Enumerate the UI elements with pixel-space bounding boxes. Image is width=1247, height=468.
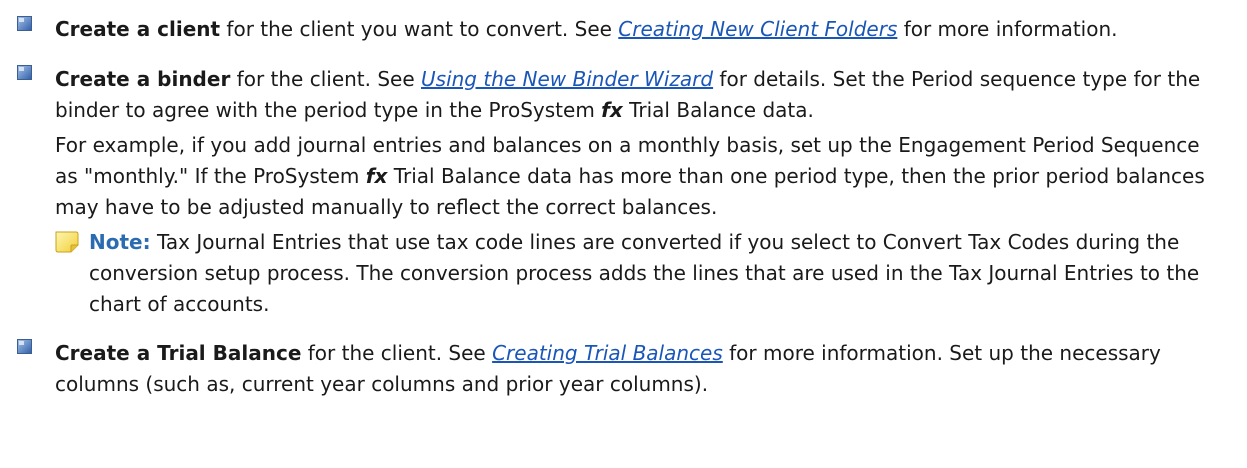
step-text: Trial Balance data. (622, 98, 814, 122)
example-paragraph: For example, if you add journal entries … (55, 130, 1227, 223)
note-icon (55, 231, 79, 253)
list-item: Create a Trial Balance for the client. S… (0, 338, 1247, 400)
step-title: Create a Trial Balance (55, 341, 302, 365)
list-item: Create a client for the client you want … (0, 0, 1247, 45)
help-content: Create a client for the client you want … (0, 0, 1247, 400)
square-bullet-icon (17, 65, 32, 80)
step-text: for the client. See (230, 67, 422, 91)
creating-trial-balances-link[interactable]: Creating Trial Balances (492, 341, 723, 365)
step-text: for more information. (897, 17, 1118, 41)
square-bullet-icon (17, 339, 32, 354)
note-text: Tax Journal Entries that use tax code li… (89, 230, 1200, 316)
step-title: Create a client (55, 17, 221, 41)
creating-new-client-folders-link[interactable]: Creating New Client Folders (618, 17, 897, 41)
list-item: Create a binder for the client. See Usin… (0, 64, 1247, 320)
note-label: Note: (89, 230, 151, 254)
using-new-binder-wizard-link[interactable]: Using the New Binder Wizard (421, 67, 713, 91)
step-text: for the client you want to convert. See (220, 17, 619, 41)
step-text: for the client. See (301, 341, 493, 365)
square-bullet-icon (17, 16, 32, 31)
step-paragraph: Create a binder for the client. See Usin… (55, 64, 1227, 126)
note-block: Note: Tax Journal Entries that use tax c… (55, 227, 1227, 320)
fx-brand-text: fx (601, 98, 623, 122)
fx-brand-text: fx (365, 164, 388, 188)
step-title: Create a binder (55, 67, 231, 91)
